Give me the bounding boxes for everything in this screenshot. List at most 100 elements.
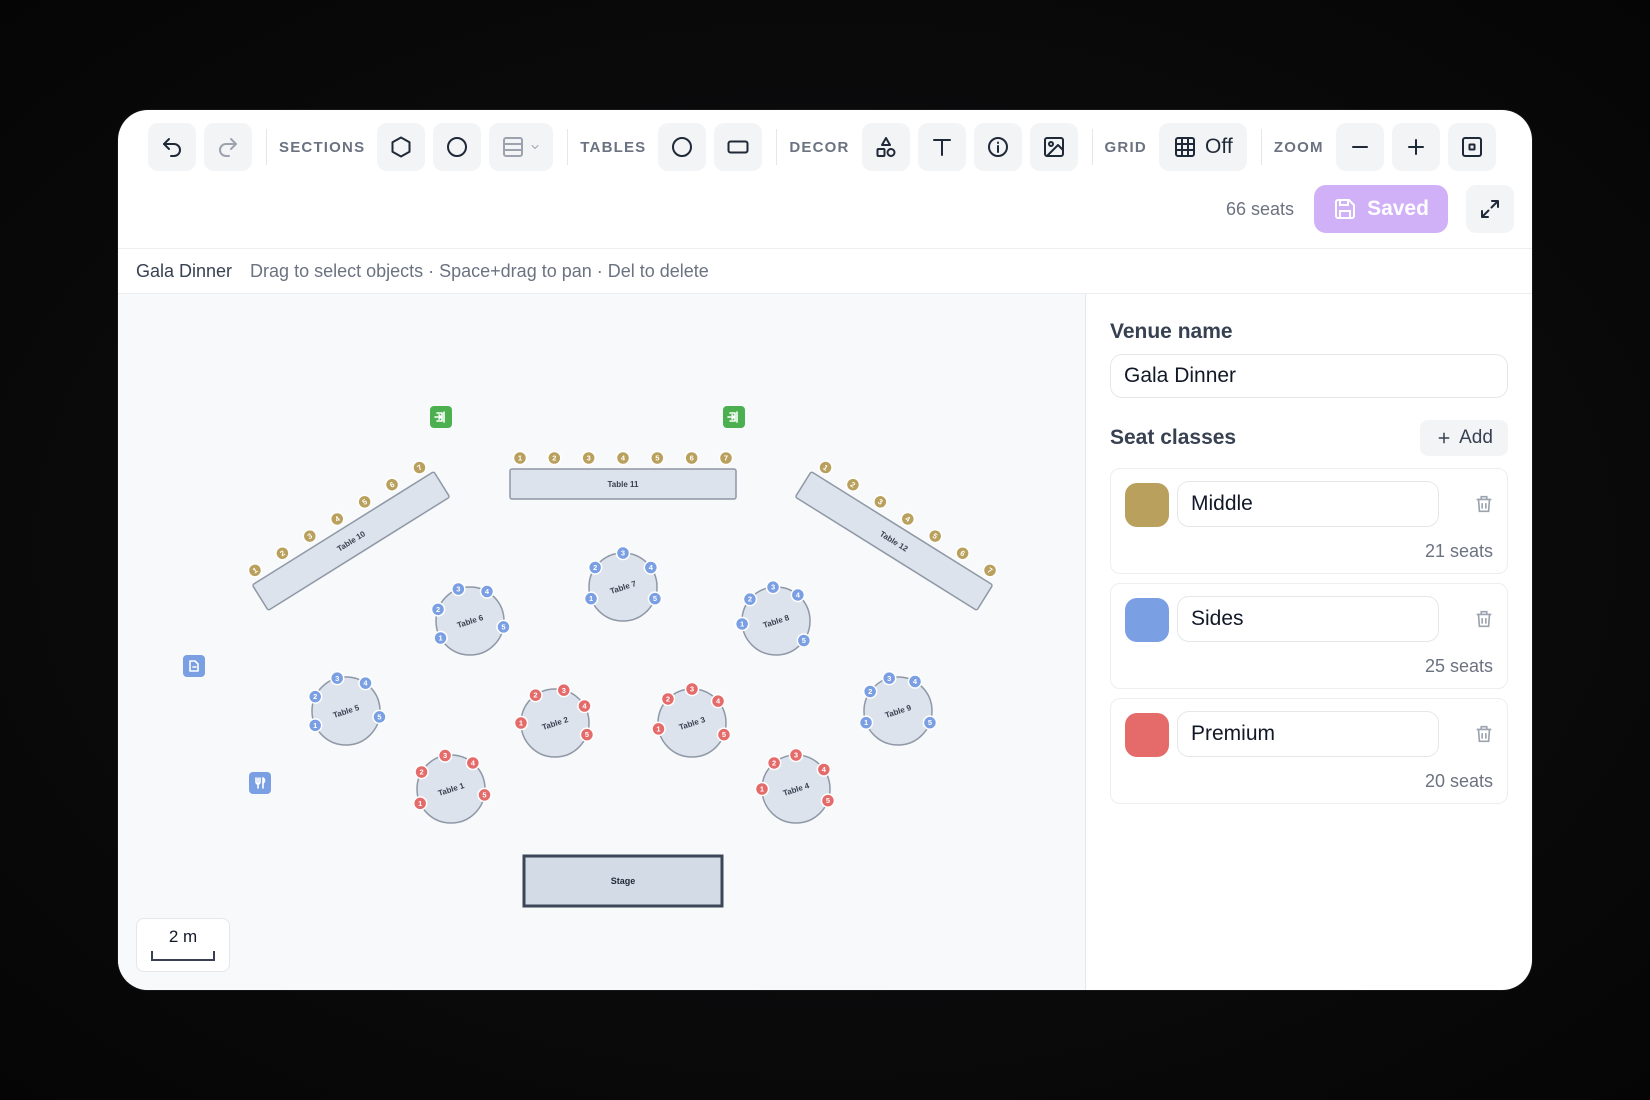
text-button[interactable] xyxy=(917,123,966,171)
class-seat-count: 25 seats xyxy=(1424,656,1493,676)
floor-plan-canvas[interactable]: Table 11 1 2 3 4 5 6 7 Table 10 1 2 3 4 5 6 7 Table 12 1 2… xyxy=(118,294,1086,990)
stage-group[interactable]: Stage xyxy=(522,854,724,908)
seat: 4 xyxy=(710,693,726,709)
seat: 2 xyxy=(547,450,562,466)
fit-frame-icon xyxy=(1461,137,1482,157)
table-group[interactable]: Table 712345 xyxy=(583,545,663,622)
rect-table-button[interactable] xyxy=(714,123,763,171)
table-group[interactable]: Table 812345 xyxy=(734,579,812,656)
seat-number: 1 xyxy=(438,634,442,643)
polygon-section-button[interactable] xyxy=(377,123,426,171)
delete-class-button[interactable] xyxy=(1473,723,1495,745)
seat: 4 xyxy=(790,587,806,603)
class-name-input[interactable]: Premium xyxy=(1177,711,1439,757)
decor-label: DECOR xyxy=(789,138,850,156)
class-color-swatch[interactable] xyxy=(1125,713,1169,757)
venue-name-input[interactable]: Gala Dinner xyxy=(1110,354,1508,398)
row-section-dropdown[interactable] xyxy=(489,123,554,171)
app-window: SECTIONS TABLES DECOR GRID Off ZOOM 66 s… xyxy=(118,110,1532,990)
seat-class-card-middle: Middle 21 seats xyxy=(1110,468,1508,574)
shapes-button[interactable] xyxy=(861,123,910,171)
seat-number: 5 xyxy=(482,791,486,800)
zoom-in-button[interactable] xyxy=(1391,123,1440,171)
seat: 2 xyxy=(430,602,446,617)
class-color-swatch[interactable] xyxy=(1125,483,1169,527)
redo-button[interactable] xyxy=(204,123,252,171)
seat: 2 xyxy=(660,691,676,707)
seat-number: 5 xyxy=(802,636,806,645)
seat-number: 2 xyxy=(868,687,872,696)
sections-label: SECTIONS xyxy=(279,138,366,156)
zoom-label: ZOOM xyxy=(1273,138,1324,156)
seat-class-card-sides: Sides 25 seats xyxy=(1110,583,1508,689)
seat: 1 xyxy=(818,460,833,475)
class-color-swatch[interactable] xyxy=(1125,598,1169,642)
shapes-icon xyxy=(876,137,896,157)
text-icon xyxy=(932,139,951,156)
zoom-out-button[interactable] xyxy=(1335,123,1384,171)
seat: 4 xyxy=(816,762,832,777)
total-seat-count: 66 seats xyxy=(1225,198,1294,219)
fit-to-screen-button[interactable] xyxy=(1447,123,1496,171)
seat: 5 xyxy=(820,793,836,808)
delete-class-button[interactable] xyxy=(1473,608,1495,630)
info-button[interactable] xyxy=(973,123,1022,171)
seat: 1 xyxy=(512,450,528,466)
seat-number: 1 xyxy=(313,721,317,730)
table-group[interactable]: Table 112345 xyxy=(412,748,492,824)
undo-button[interactable] xyxy=(148,123,196,171)
table-group[interactable]: Table 412345 xyxy=(754,747,836,824)
seat-number: 3 xyxy=(621,549,625,558)
seat-number: 2 xyxy=(666,695,670,704)
toolbar-separator xyxy=(266,129,267,165)
minus-icon xyxy=(1351,146,1368,148)
table-group[interactable]: Table 312345 xyxy=(651,681,732,758)
seat: 1 xyxy=(513,715,529,731)
seat: 4 xyxy=(907,674,923,689)
seat: 5 xyxy=(647,591,663,606)
stage-label: Stage xyxy=(611,876,636,886)
exit-icon[interactable] xyxy=(430,406,452,428)
table-group[interactable]: Table 512345 xyxy=(307,670,387,746)
seat-number: 3 xyxy=(771,583,775,592)
scale-label: 2 m xyxy=(168,927,198,946)
seat-number: 6 xyxy=(690,454,694,463)
save-button[interactable]: Saved xyxy=(1314,185,1448,233)
round-table-button[interactable] xyxy=(658,123,707,171)
delete-class-button[interactable] xyxy=(1473,493,1495,515)
table-group[interactable]: Table 9123 45 xyxy=(858,670,938,746)
info-icon xyxy=(987,137,1008,157)
restroom-icon[interactable] xyxy=(183,655,205,677)
grid-icon xyxy=(1175,137,1196,157)
seat: 6 xyxy=(955,545,970,561)
grid-toggle-button[interactable]: Off xyxy=(1158,123,1247,171)
grid-state-label: Off xyxy=(1205,135,1233,158)
class-name-input[interactable]: Middle xyxy=(1177,481,1439,527)
seat: 3 xyxy=(615,545,631,561)
table-group[interactable]: Table 6123 45 xyxy=(430,581,511,656)
class-name-input[interactable]: Sides xyxy=(1177,596,1439,642)
toolbar: SECTIONS TABLES DECOR GRID Off ZOOM 66 s… xyxy=(118,110,1532,248)
circle-section-button[interactable] xyxy=(433,123,482,171)
seat: 1 xyxy=(858,715,874,730)
floor-plan-svg[interactable]: Table 111 2 3 4 5 6 7Table 101234567Table 1212… xyxy=(118,294,1086,990)
table-group[interactable]: Table 11 1 2 3 4 5 6 7 xyxy=(509,450,737,500)
table-rect-group: Table 11 1 2 3 4 5 6 7 xyxy=(509,450,737,500)
seat: 3 xyxy=(437,748,453,763)
toolbar-separator xyxy=(776,129,778,165)
toolbar-separator xyxy=(567,129,569,165)
seat: 4 xyxy=(479,584,495,599)
toolbar-row-status: 66 seats Saved xyxy=(1226,184,1514,234)
dining-icon[interactable] xyxy=(249,772,271,794)
table-group[interactable]: Table 121234567 xyxy=(795,457,1002,611)
fullscreen-button[interactable] xyxy=(1466,185,1514,233)
seat-number: 2 xyxy=(313,692,317,701)
seat: 5 xyxy=(922,715,938,730)
image-button[interactable] xyxy=(1029,123,1078,171)
add-seat-class-button[interactable]: Add xyxy=(1420,420,1508,456)
table-group[interactable]: Table 101234567 xyxy=(243,457,450,611)
exit-icon[interactable] xyxy=(723,406,745,428)
table-group[interactable]: Table 212345 xyxy=(513,682,595,758)
seat-number: 7 xyxy=(724,454,728,463)
seat: 2 xyxy=(742,591,758,607)
